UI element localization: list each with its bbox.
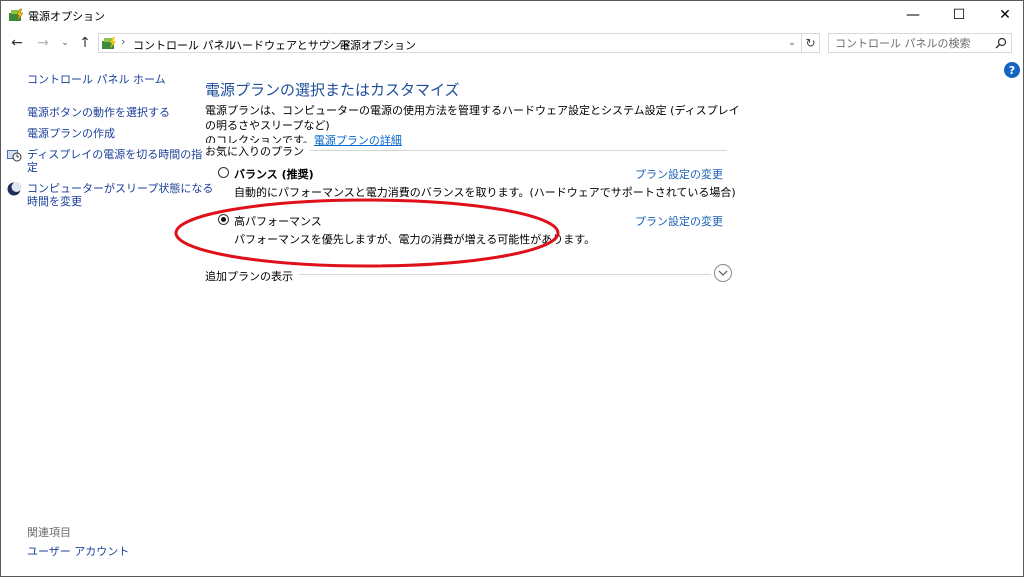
forward-button[interactable]: → — [34, 34, 52, 52]
breadcrumb-separator: › — [121, 35, 126, 48]
refresh-button[interactable]: ↻ — [802, 33, 820, 53]
breadcrumb-separator: › — [327, 35, 332, 48]
favorites-label: お気に入りのプラン — [205, 143, 310, 159]
window-title: 電源オプション — [28, 10, 105, 23]
chevron-down-icon — [718, 270, 728, 276]
up-button[interactable]: ↑ — [76, 34, 94, 52]
plan-high-performance-settings-link[interactable]: プラン設定の変更 — [635, 213, 723, 229]
back-button[interactable]: ← — [8, 34, 26, 52]
help-icon[interactable]: ? — [1004, 62, 1020, 78]
sidebar-item-display-off-line2: 定 — [27, 161, 38, 174]
breadcrumb-separator: › — [219, 35, 224, 48]
maximize-button[interactable]: ☐ — [936, 0, 982, 30]
sidebar-control-panel-home[interactable]: コントロール パネル ホーム — [27, 73, 166, 86]
sidebar-item-sleep-time-line1: コンピューターがスリープ状態になる — [27, 182, 214, 195]
moon-icon — [7, 182, 22, 196]
minimize-button[interactable]: — — [890, 0, 936, 30]
page-title: 電源プランの選択またはカスタマイズ — [205, 81, 460, 99]
sidebar-item-power-buttons[interactable]: 電源ボタンの動作を選択する — [27, 106, 170, 119]
close-button[interactable]: ✕ — [982, 0, 1024, 30]
search-box[interactable] — [828, 33, 1012, 53]
breadcrumb-power-options[interactable]: 電源オプション — [339, 37, 416, 53]
description-line1: 電源プランは、コンピューターの電源の使用方法を管理するハードウェア設定とシステム… — [205, 104, 740, 132]
sidebar-item-display-off[interactable]: ディスプレイの電源を切る時間の指 定 — [27, 148, 202, 174]
search-icon[interactable] — [995, 37, 1007, 49]
title-bar: 電源オプション — ☐ ✕ — [0, 0, 1024, 30]
search-input[interactable] — [829, 34, 995, 52]
power-options-icon — [9, 8, 24, 22]
address-bar[interactable]: › コントロール パネル › ハードウェアとサウンド › 電源オプション ⌄ — [98, 33, 802, 53]
description: 電源プランは、コンピューターの電源の使用方法を管理するハードウェア設定とシステム… — [205, 103, 745, 148]
plan-balanced-radio[interactable] — [218, 167, 229, 178]
address-dropdown-icon[interactable]: ⌄ — [785, 35, 799, 51]
plan-balanced-settings-link[interactable]: プラン設定の変更 — [635, 166, 723, 182]
recent-locations-button[interactable]: ⌄ — [58, 34, 72, 52]
highlight-ellipse — [174, 198, 560, 268]
sidebar-item-create-plan[interactable]: 電源プランの作成 — [27, 127, 115, 140]
clock-display-icon — [7, 150, 22, 162]
sidebar-item-user-accounts[interactable]: ユーザー アカウント — [27, 545, 129, 558]
sidebar-item-display-off-line1: ディスプレイの電源を切る時間の指 — [27, 148, 203, 161]
additional-plans-label[interactable]: 追加プランの表示 — [205, 268, 299, 284]
related-header: 関連項目 — [27, 526, 71, 539]
control-panel-icon — [102, 37, 116, 49]
breadcrumb-hardware-sound[interactable]: ハードウェアとサウンド — [231, 37, 352, 53]
power-plan-details-link[interactable]: 電源プランの詳細 — [314, 134, 402, 147]
window-frame — [0, 0, 1024, 577]
plan-balanced-name[interactable]: バランス (推奨) — [234, 166, 314, 182]
expand-chevron-icon[interactable] — [714, 264, 732, 282]
